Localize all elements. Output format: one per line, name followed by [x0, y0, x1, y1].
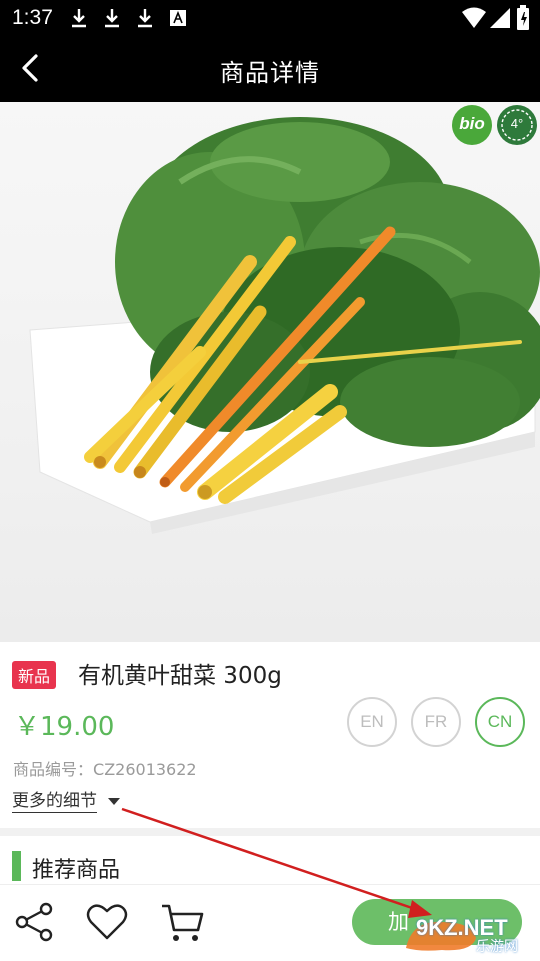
watermark-sub: 乐游网	[476, 939, 518, 955]
temperature-badge: 4°	[497, 105, 537, 145]
font-icon	[170, 10, 186, 26]
download-icon	[105, 9, 119, 28]
new-tag: 新品	[12, 661, 57, 689]
product-image: bio 4°	[0, 102, 540, 642]
chard-illustration	[29, 117, 540, 534]
page-title: 商品详情	[220, 59, 320, 87]
caret-down-icon[interactable]	[108, 798, 120, 805]
language-cn-button[interactable]: CN	[475, 697, 525, 747]
section-divider	[0, 828, 540, 836]
sku-line: 商品编号：CZ26013622	[13, 756, 197, 780]
status-bar: 1:37	[0, 0, 540, 36]
signal-icon	[490, 8, 510, 28]
language-fr-button[interactable]: FR	[411, 697, 461, 747]
more-details-link[interactable]: 更多的细节	[12, 790, 97, 813]
download-icon	[72, 9, 86, 28]
app-bar: 商品详情	[0, 36, 540, 102]
status-time: 1:37	[12, 6, 53, 29]
favorite-heart-icon[interactable]	[86, 902, 128, 942]
battery-icon	[517, 5, 529, 30]
recommend-title: 推荐商品	[32, 858, 121, 883]
bio-badge-label: bio	[459, 114, 485, 133]
cart-icon[interactable]	[160, 902, 204, 944]
product-name: 有机黄叶甜菜 300g	[78, 663, 282, 689]
bio-badge: bio	[452, 105, 492, 145]
site-watermark: 9KZ.NET 乐游网	[402, 914, 536, 955]
wifi-icon	[462, 7, 486, 28]
language-en-button[interactable]: EN	[347, 697, 397, 747]
sku-label: 商品编号：	[13, 760, 94, 779]
share-icon[interactable]	[14, 902, 56, 942]
product-price: ￥19.00	[14, 712, 115, 742]
sku-value: CZ26013622	[93, 760, 197, 779]
download-icon	[138, 9, 152, 28]
temperature-label: 4°	[510, 116, 524, 131]
section-marker	[12, 851, 21, 881]
